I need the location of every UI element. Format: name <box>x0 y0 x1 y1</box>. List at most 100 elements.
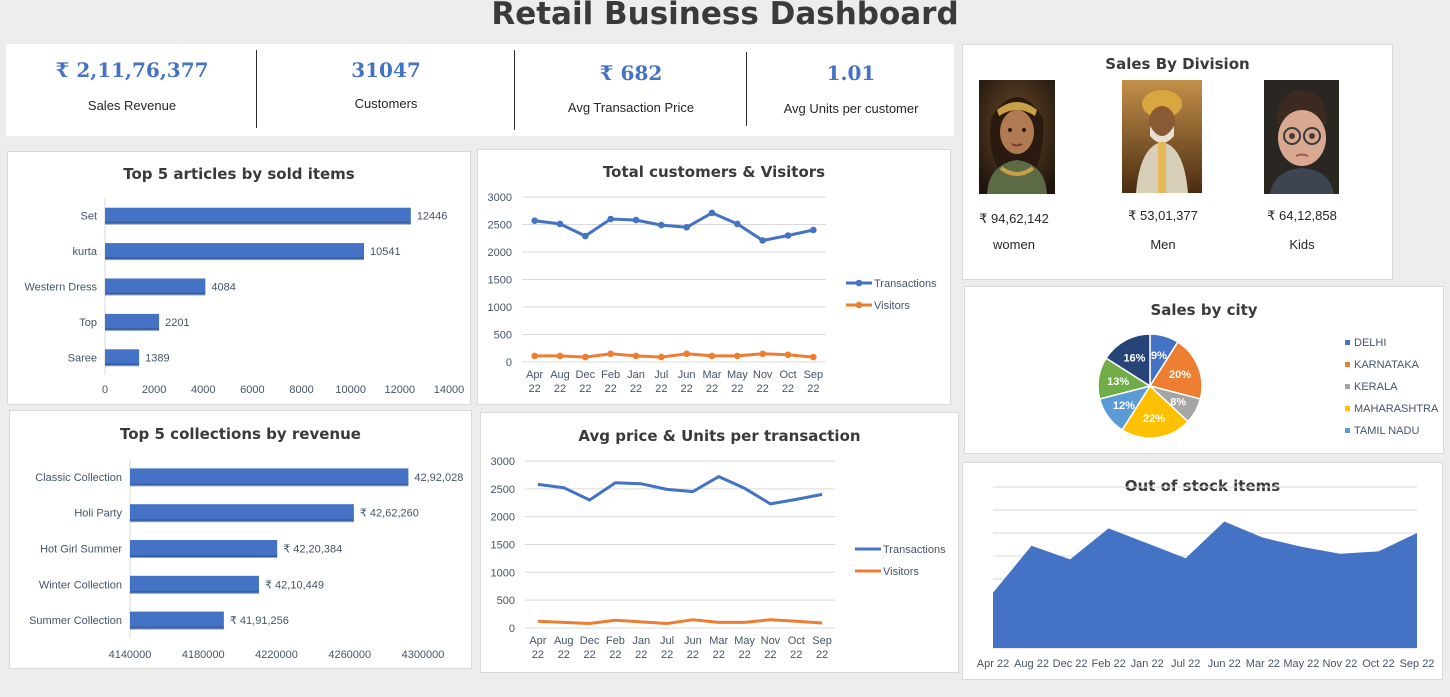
y-tick-label: 1500 <box>488 275 512 287</box>
legend-swatch <box>1345 384 1350 389</box>
category-label: Classic Collection <box>35 472 122 484</box>
x-tick-label: Jan 22 <box>1131 658 1164 670</box>
category-label: Top <box>79 317 97 329</box>
bar-shadow <box>130 555 278 558</box>
kpi-row: ₹ 2,11,76,377 Sales Revenue 31047 Custom… <box>6 44 954 136</box>
bar-shadow <box>105 257 365 261</box>
kpi-value: ₹ 2,11,76,377 <box>55 58 209 82</box>
category-label: Western Dress <box>24 282 97 294</box>
y-tick-label: 1500 <box>491 540 515 552</box>
data-point <box>632 216 640 224</box>
x-tick-label: 22 <box>655 383 667 395</box>
bar-shadow <box>105 327 160 331</box>
collections-chart-panel: Top 5 collections by revenue Classic Col… <box>9 410 472 669</box>
kpi-sales-revenue: ₹ 2,11,76,377 Sales Revenue <box>6 44 258 136</box>
legend-label: Visitors <box>874 300 910 312</box>
x-tick-label: Nov 22 <box>1322 658 1357 670</box>
women-portrait-image <box>979 80 1055 194</box>
x-tick-label: 10000 <box>335 384 366 396</box>
city-chart-panel: Sales by city 9% 20% 8% 22% 12% 13% 16% DELHI KA… <box>964 286 1444 454</box>
articles-chart-panel: Top 5 articles by sold items Set 12446 kur… <box>7 151 471 405</box>
x-tick-label: Jul 22 <box>1171 658 1200 670</box>
series-line <box>534 352 814 359</box>
x-tick-label: 22 <box>630 383 642 395</box>
bar-shadow <box>130 483 409 487</box>
kpi-label: Sales Revenue <box>87 98 177 113</box>
data-point <box>607 215 614 223</box>
legend-label: Transactions <box>874 278 937 290</box>
x-tick-label: May 22 <box>1283 658 1319 670</box>
x-tick-label: Apr <box>529 635 546 647</box>
data-label: 4084 <box>211 282 235 294</box>
x-tick-label: 4220000 <box>255 649 298 661</box>
x-tick-label: 4140000 <box>109 649 152 661</box>
category-label: Saree <box>68 352 97 364</box>
kpi-divider <box>256 50 257 128</box>
x-tick-label: 22 <box>757 383 769 395</box>
bar <box>130 504 354 522</box>
x-tick-label: Jun 22 <box>1208 658 1241 670</box>
division-label-kids: Kids <box>1289 237 1315 252</box>
x-tick-label: 8000 <box>289 384 313 396</box>
x-tick-label: 22 <box>558 649 570 661</box>
x-tick-label: Jul <box>654 369 668 381</box>
kpi-divider <box>746 52 747 126</box>
legend-swatch <box>1345 362 1350 367</box>
kpi-label: Avg Units per customer <box>783 101 919 116</box>
data-label: ₹ 42,10,449 <box>265 579 324 591</box>
x-tick-label: 22 <box>790 649 802 661</box>
x-tick-label: Nov <box>761 635 781 647</box>
data-label: 12446 <box>417 211 448 223</box>
y-tick-label: 1000 <box>491 567 515 579</box>
data-point <box>683 223 690 231</box>
bar <box>105 243 365 260</box>
x-tick-label: 22 <box>713 649 725 661</box>
x-tick-label: 2000 <box>142 384 166 396</box>
x-tick-label: Jul <box>660 635 674 647</box>
x-tick-label: 22 <box>661 649 673 661</box>
bar <box>130 575 260 593</box>
bar <box>130 540 278 557</box>
series-line <box>537 475 823 506</box>
x-tick-label: Aug <box>554 635 574 647</box>
data-point <box>582 353 589 361</box>
legend-label: DELHI <box>1354 337 1386 349</box>
data-point <box>531 217 538 224</box>
x-tick-label: 4000 <box>191 384 215 396</box>
bar-shadow <box>105 221 411 225</box>
kpi-value: 31047 <box>351 58 421 82</box>
x-tick-label: 22 <box>554 383 566 395</box>
x-tick-label: 22 <box>807 383 819 395</box>
y-tick-label: 2500 <box>488 220 512 232</box>
x-tick-label: Apr <box>526 369 543 381</box>
bar <box>105 313 160 330</box>
bar-shadow <box>105 292 206 296</box>
x-tick-label: 12000 <box>385 384 416 396</box>
x-tick-label: Aug 22 <box>1014 658 1049 670</box>
division-amount-women: ₹ 94,62,142 <box>979 211 1049 226</box>
data-label: 42,92,028 <box>414 472 463 484</box>
x-tick-label: Dec 22 <box>1053 658 1088 670</box>
data-point <box>810 226 817 234</box>
bar <box>105 278 206 295</box>
x-tick-label: Jun <box>684 635 702 647</box>
data-label: 10541 <box>370 246 401 258</box>
category-label: Summer Collection <box>29 615 122 627</box>
y-tick-label: 2000 <box>491 512 515 524</box>
data-point <box>582 232 589 240</box>
data-label: 1389 <box>145 352 169 364</box>
division-panel: Sales By Division ₹ 94,62,142 ₹ 53,01,37… <box>962 44 1393 280</box>
stock-chart-panel: Out of stock items Apr 22 Aug 22 Dec 22 Feb… <box>962 462 1443 680</box>
x-tick-label: Jun <box>678 369 696 381</box>
x-tick-label: Sep 22 <box>1400 658 1435 670</box>
data-point <box>556 220 564 228</box>
x-tick-label: Oct <box>779 369 796 381</box>
bar-shadow <box>130 519 354 523</box>
data-point <box>734 352 741 360</box>
x-tick-label: Sep <box>804 369 824 381</box>
legend-swatch <box>1345 406 1350 411</box>
data-point <box>658 221 665 229</box>
men-portrait-image <box>1122 80 1202 193</box>
slice-label: 13% <box>1107 376 1129 388</box>
series-line <box>534 211 814 242</box>
